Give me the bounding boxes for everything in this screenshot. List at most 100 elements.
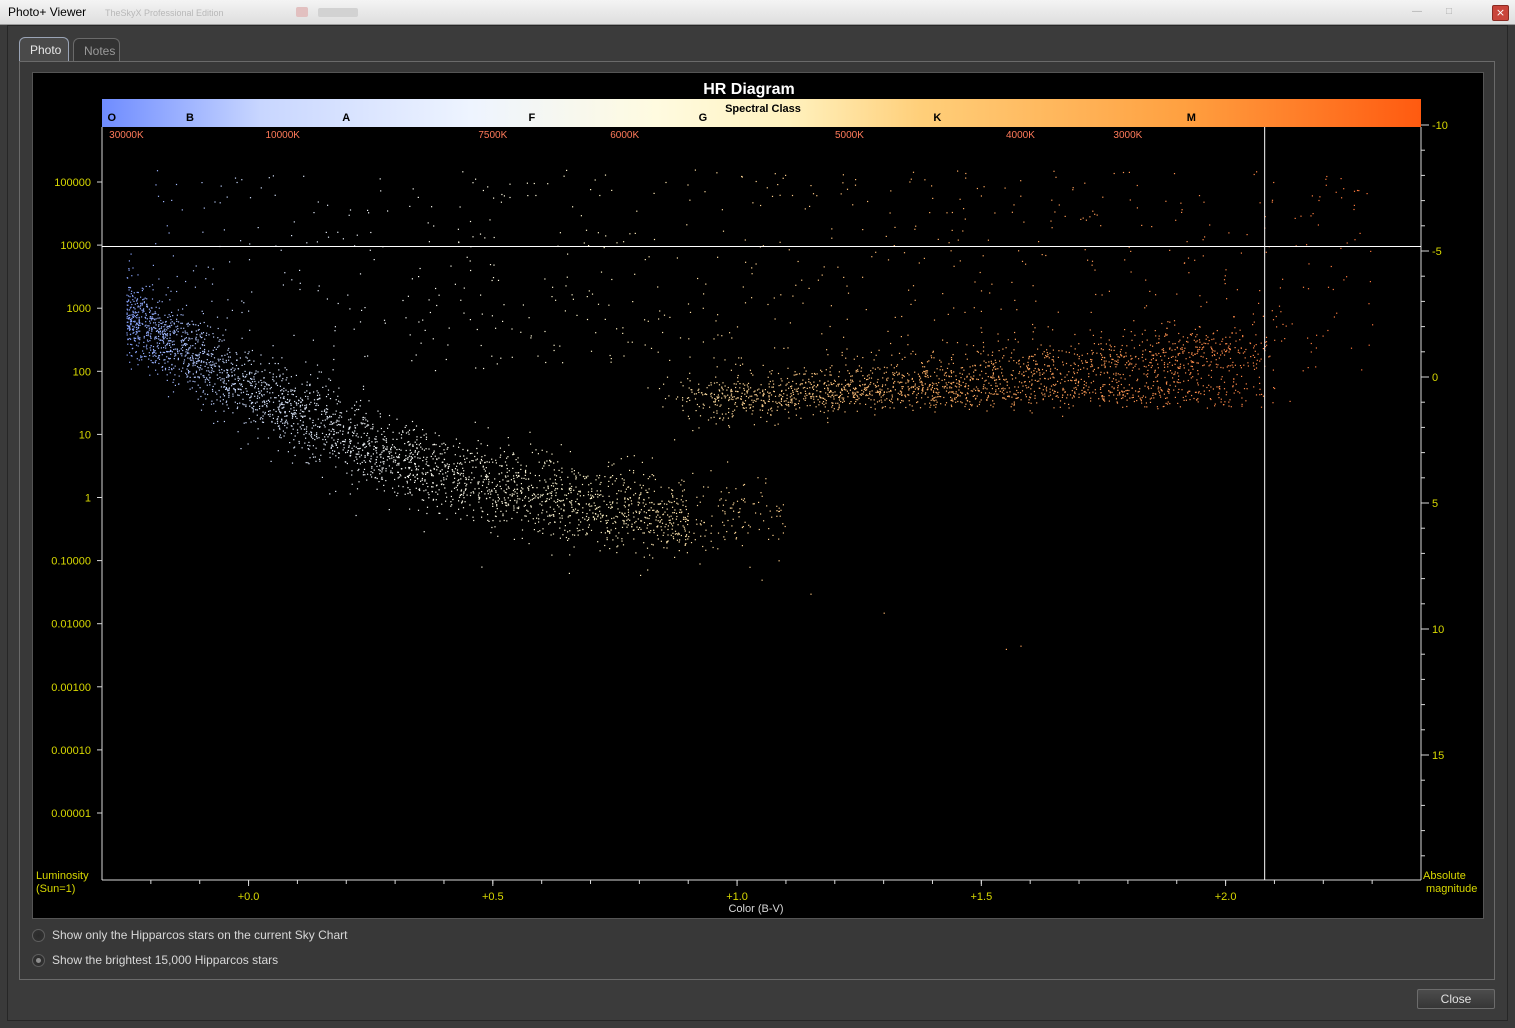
star-point [794,404,796,407]
star-point [1245,383,1247,385]
star-point [267,414,269,416]
star-point [898,382,901,384]
star-point [667,514,669,516]
star-point [142,309,144,311]
star-point [355,401,358,403]
star-point [800,383,802,385]
star-point [735,386,737,389]
star-point [654,478,656,481]
star-point [319,394,321,396]
star-point [1074,391,1076,393]
star-point [239,388,241,390]
star-point [508,444,510,446]
star-point [250,395,252,397]
star-point [1091,353,1093,355]
star-point [219,339,221,341]
star-point [716,410,718,412]
star-point [905,406,907,409]
star-point [924,383,926,385]
star-point [992,406,994,408]
star-point [241,383,243,385]
star-point [547,515,549,517]
hr-diagram-chart[interactable]: HR Diagram Spectral Class OBAFGKM 30000K… [32,72,1484,919]
star-point [795,383,797,385]
star-point [206,332,208,334]
star-point [242,391,245,393]
minimize-icon[interactable]: — [1412,6,1426,18]
star-point [546,451,548,453]
star-point [650,507,652,509]
star-point [625,488,627,490]
star-point [264,386,266,388]
star-point [372,428,374,430]
star-point [850,379,852,381]
star-point [135,337,137,339]
star-point [129,296,131,298]
tab-notes[interactable]: Notes [73,38,120,62]
star-point [229,351,231,353]
star-point [263,381,265,383]
star-point [674,439,676,441]
star-point [661,519,663,521]
star-point [969,366,971,368]
star-point [917,392,919,394]
star-point [831,402,833,404]
star-point [813,388,815,390]
star-point [938,378,940,380]
star-point [612,539,614,541]
star-point [186,352,188,355]
star-point [1177,382,1179,384]
star-point [128,268,130,270]
star-point [225,383,227,385]
star-point [306,384,308,386]
star-point [561,484,563,486]
star-point [1074,363,1076,365]
star-point [651,457,653,459]
star-point [751,395,753,397]
star-point [893,382,895,384]
star-point [1222,338,1224,340]
star-point [503,451,505,453]
star-point [223,420,225,423]
window-close-button[interactable]: × [1492,5,1509,21]
star-point [320,454,322,456]
star-point [212,353,214,355]
star-point [202,313,204,315]
star-point [324,426,326,428]
star-point [1052,329,1054,331]
star-point [484,470,486,472]
star-point [164,314,166,316]
maximize-icon[interactable]: □ [1446,6,1460,18]
star-point [348,445,350,447]
star-point [466,494,468,496]
star-point [1171,364,1173,366]
star-point [455,486,457,488]
star-point [1045,388,1047,390]
star-point [1203,364,1205,366]
star-point [409,443,411,445]
star-point [642,484,644,487]
star-point [206,370,208,372]
star-point [1237,391,1239,393]
star-point [531,499,533,501]
star-point [215,348,217,350]
star-point [756,395,758,397]
star-point [1023,381,1026,383]
star-point [886,391,888,393]
star-point [627,509,629,511]
star-point [582,517,584,519]
star-point [355,514,357,517]
star-point [443,484,445,486]
star-point [561,471,563,473]
star-point [543,465,545,467]
star-point [780,378,782,380]
tab-photo[interactable]: Photo [19,37,69,62]
star-point [969,379,971,381]
star-point [1148,364,1150,366]
star-point [985,372,987,375]
star-point [339,412,341,414]
star-point [151,328,153,330]
star-point [138,318,140,320]
star-point [454,477,456,479]
star-point [417,509,420,511]
